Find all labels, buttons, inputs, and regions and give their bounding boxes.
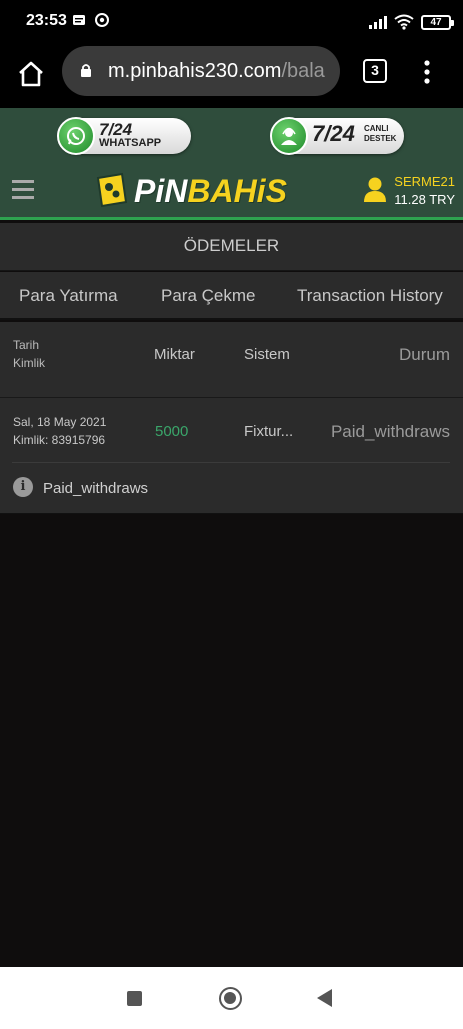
whatsapp-icon — [57, 117, 95, 155]
more-menu-icon[interactable] — [420, 58, 434, 86]
row-amount: 5000 — [155, 423, 189, 440]
chrome-icon — [95, 13, 109, 27]
url-text: m.pinbahis230.com/bala — [108, 60, 325, 83]
address-bar[interactable]: m.pinbahis230.com/bala — [62, 46, 340, 96]
row-date: Sal, 18 May 2021 — [13, 415, 107, 429]
home-icon[interactable] — [16, 59, 46, 89]
row-id: Kimlik: 83915796 — [13, 433, 106, 447]
header-id: Kimlik — [13, 356, 45, 370]
signal-icon — [369, 16, 387, 29]
tab-withdraw[interactable]: Para Çekme — [161, 286, 255, 306]
tab-transaction-history[interactable]: Transaction History — [297, 286, 443, 306]
url-host: m.pinbahis230.com — [108, 60, 282, 82]
row-info-text: Paid_withdraws — [43, 480, 149, 497]
support-label-line2: DESTEK — [364, 134, 397, 143]
browser-toolbar: m.pinbahis230.com/bala 3 — [0, 44, 463, 108]
site-header: 7/24 WHATSAPP 7/24 CANLI DESTEK PiNBAHiS … — [0, 108, 463, 220]
whatsapp-label: WHATSAPP — [99, 137, 162, 149]
battery-icon: 47 — [421, 14, 454, 30]
back-icon[interactable] — [317, 989, 332, 1007]
header-date: Tarih — [13, 338, 40, 352]
row-system: Fixtur... — [244, 423, 294, 440]
site-logo[interactable]: PiNBAHiS — [94, 168, 304, 212]
row-divider — [12, 462, 450, 463]
balance: 11.28 TRY — [394, 192, 455, 207]
logo-text-bahis: BAHiS — [187, 173, 287, 209]
live-support-button[interactable]: 7/24 CANLI DESTEK — [270, 117, 404, 155]
table-header: Tarih Kimlik Miktar Sistem Durum — [0, 322, 463, 398]
battery-level: 47 — [430, 16, 442, 28]
support-label-line1: CANLI — [364, 124, 389, 133]
user-icon[interactable] — [364, 176, 386, 202]
status-icons: 47 — [369, 12, 454, 32]
support-hours: 7/24 — [312, 121, 355, 146]
hamburger-menu-icon[interactable] — [12, 180, 34, 200]
logo-text-pin: PiN — [134, 173, 188, 209]
status-time: 23:53 — [26, 12, 67, 29]
username[interactable]: SERME21 — [394, 174, 455, 189]
header-system: Sistem — [244, 346, 290, 363]
recent-apps-icon[interactable] — [127, 991, 142, 1006]
wifi-icon — [394, 14, 414, 30]
message-icon — [73, 15, 85, 25]
row-status: Paid_withdraws — [330, 422, 450, 441]
tab-switcher-button[interactable]: 3 — [363, 59, 387, 83]
home-nav-icon[interactable] — [219, 987, 242, 1010]
header-amount: Miktar — [154, 346, 195, 363]
tab-deposit[interactable]: Para Yatırma — [19, 286, 118, 306]
logo-ticket-icon — [96, 172, 128, 208]
info-icon: i — [13, 477, 33, 497]
status-bar: 23:53 47 — [0, 0, 463, 44]
system-nav-bar — [0, 967, 463, 1029]
support-agent-icon — [270, 117, 308, 155]
url-path: /bala — [281, 60, 325, 82]
transactions-table: Tarih Kimlik Miktar Sistem Durum Sal, 18… — [0, 322, 463, 514]
logo-text: PiNBAHiS — [134, 173, 287, 210]
support-label: CANLI DESTEK — [364, 124, 396, 144]
header-status: Durum — [398, 345, 450, 364]
payments-tabs: Para Yatırma Para Çekme Transaction Hist… — [0, 272, 463, 320]
page-title: ÖDEMELER — [0, 223, 463, 271]
lock-icon — [81, 64, 91, 77]
whatsapp-button[interactable]: 7/24 WHATSAPP — [57, 117, 191, 155]
